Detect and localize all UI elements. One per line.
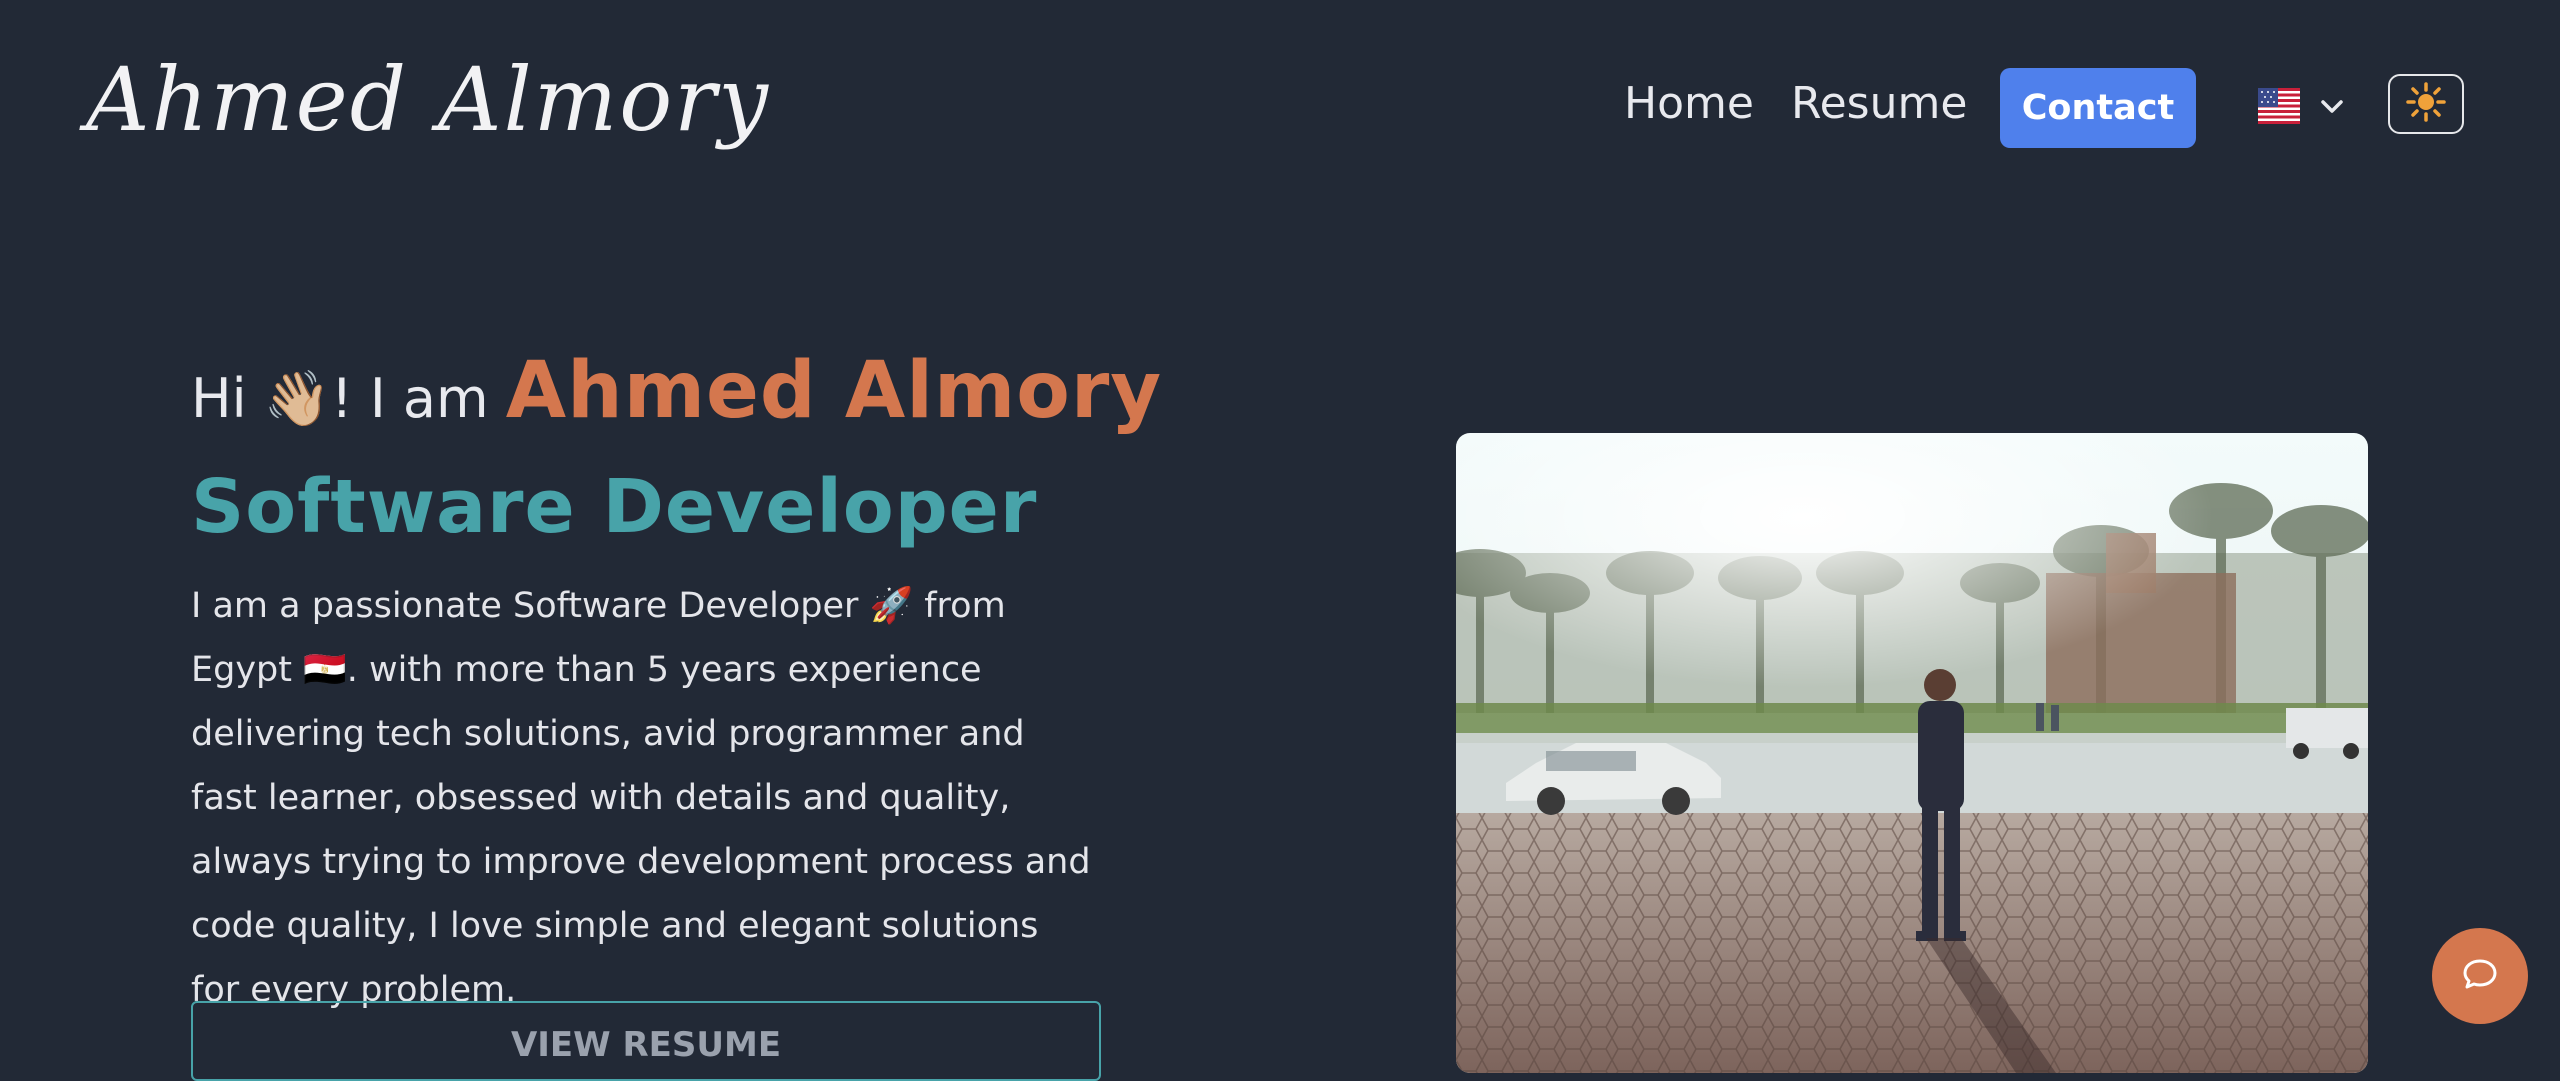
language-selector[interactable] xyxy=(2258,84,2346,128)
chat-bubble-icon xyxy=(2460,954,2500,998)
us-flag-icon xyxy=(2258,88,2300,124)
nav-resume[interactable]: Resume xyxy=(1791,78,1967,129)
hero-name: Ahmed Almory xyxy=(505,346,1163,436)
contact-button[interactable]: Contact xyxy=(2000,68,2196,148)
hero-role: Software Developer xyxy=(191,464,1038,550)
wave-emoji: 👋🏼 xyxy=(263,367,332,430)
chevron-down-icon xyxy=(2318,92,2346,120)
hero-description: I am a passionate Software Developer 🚀 f… xyxy=(191,586,1091,1010)
hero-section: Hi 👋🏼! I am Ahmed Almory Software Develo… xyxy=(191,352,1161,1022)
profile-photo xyxy=(1456,433,2368,1073)
view-resume-button[interactable]: VIEW RESUME xyxy=(191,1001,1101,1081)
nav-home[interactable]: Home xyxy=(1624,78,1754,129)
chat-button[interactable] xyxy=(2432,928,2528,1024)
theme-toggle-button[interactable] xyxy=(2388,74,2464,134)
greeting-prefix: Hi xyxy=(191,367,264,430)
greeting-line: Hi 👋🏼! I am Ahmed Almory xyxy=(191,352,1161,430)
sun-icon xyxy=(2406,82,2446,126)
greeting-suffix: ! I am xyxy=(331,367,506,430)
site-logo[interactable]: Ahmed Almory xyxy=(86,48,770,151)
